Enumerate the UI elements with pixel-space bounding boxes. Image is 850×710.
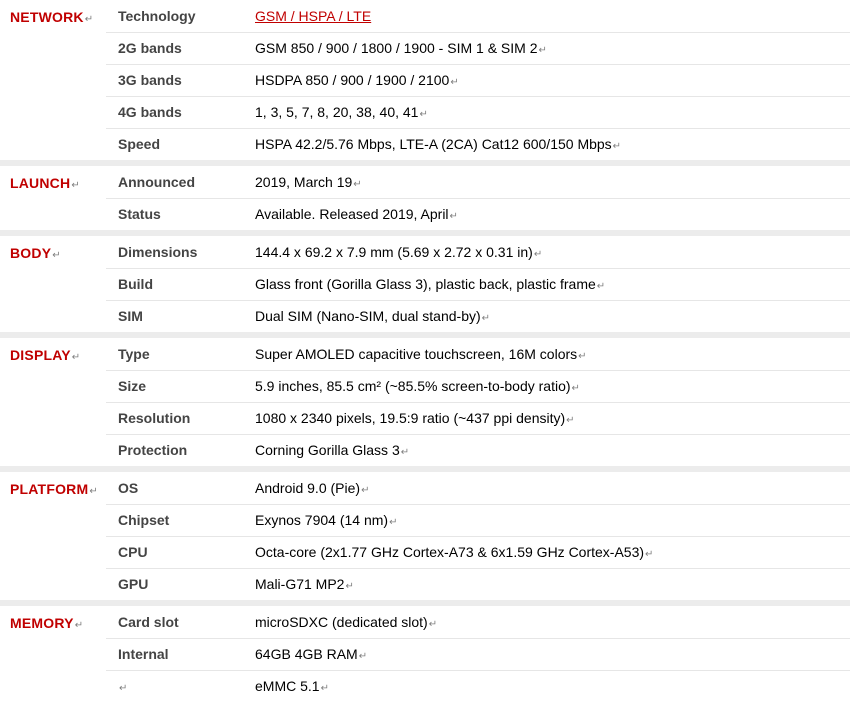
section-body: BODY↵ Dimensions 144.4 x 69.2 x 7.9 mm (… bbox=[0, 236, 850, 338]
spec-row-speed: Speed HSPA 42.2/5.76 Mbps, LTE-A (2CA) C… bbox=[0, 128, 850, 160]
section-platform: PLATFORM↵ OS Android 9.0 (Pie)↵ Chipset … bbox=[0, 472, 850, 606]
spec-row-build: Build Glass front (Gorilla Glass 3), pla… bbox=[0, 268, 850, 300]
spec-key: Card slot bbox=[118, 614, 179, 630]
spec-key: CPU bbox=[118, 544, 148, 560]
spec-row-sim: SIM Dual SIM (Nano-SIM, dual stand-by)↵ bbox=[0, 300, 850, 332]
spec-row-storage-type: ↵ eMMC 5.1↵ bbox=[0, 670, 850, 702]
spec-key: Announced bbox=[118, 174, 195, 190]
spec-key: Protection bbox=[118, 442, 188, 458]
spec-value: Corning Gorilla Glass 3↵ bbox=[255, 442, 410, 458]
spec-row-technology: Technology GSM / HSPA / LTE bbox=[0, 0, 850, 32]
spec-key: 3G bands bbox=[118, 72, 182, 88]
spec-row-2g-bands: 2G bands GSM 850 / 900 / 1800 / 1900 - S… bbox=[0, 32, 850, 64]
spec-key: Build bbox=[118, 276, 153, 292]
spec-value: 1080 x 2340 pixels, 19.5:9 ratio (~437 p… bbox=[255, 410, 575, 426]
spec-row-internal: Internal 64GB 4GB RAM↵ bbox=[0, 638, 850, 670]
spec-row-os: OS Android 9.0 (Pie)↵ bbox=[0, 472, 850, 504]
spec-row-card-slot: Card slot microSDXC (dedicated slot)↵ bbox=[0, 606, 850, 638]
spec-value: 144.4 x 69.2 x 7.9 mm (5.69 x 2.72 x 0.3… bbox=[255, 244, 543, 260]
spec-value: Mali-G71 MP2↵ bbox=[255, 576, 354, 592]
spec-row-status: Status Available. Released 2019, April↵ bbox=[0, 198, 850, 230]
spec-value: 5.9 inches, 85.5 cm² (~85.5% screen-to-b… bbox=[255, 378, 580, 394]
spec-value: Glass front (Gorilla Glass 3), plastic b… bbox=[255, 276, 606, 292]
spec-key: OS bbox=[118, 480, 139, 496]
spec-value: Available. Released 2019, April↵ bbox=[255, 206, 458, 222]
spec-value: 1, 3, 5, 7, 8, 20, 38, 40, 41↵ bbox=[255, 104, 428, 120]
spec-row-dimensions: Dimensions 144.4 x 69.2 x 7.9 mm (5.69 x… bbox=[0, 236, 850, 268]
spec-value: Exynos 7904 (14 nm)↵ bbox=[255, 512, 398, 528]
spec-value: Super AMOLED capacitive touchscreen, 16M… bbox=[255, 346, 587, 362]
spec-row-4g-bands: 4G bands 1, 3, 5, 7, 8, 20, 38, 40, 41↵ bbox=[0, 96, 850, 128]
spec-value: microSDXC (dedicated slot)↵ bbox=[255, 614, 438, 630]
spec-row-gpu: GPU Mali-G71 MP2↵ bbox=[0, 568, 850, 600]
spec-key: 4G bands bbox=[118, 104, 182, 120]
spec-key: GPU bbox=[118, 576, 149, 592]
spec-value: Octa-core (2x1.77 GHz Cortex-A73 & 6x1.5… bbox=[255, 544, 654, 560]
spec-value: Android 9.0 (Pie)↵ bbox=[255, 480, 370, 496]
spec-key: Internal bbox=[118, 646, 169, 662]
section-launch: LAUNCH↵ Announced 2019, March 19↵ Status… bbox=[0, 166, 850, 236]
spec-key: Size bbox=[118, 378, 147, 394]
spec-value: HSPA 42.2/5.76 Mbps, LTE-A (2CA) Cat12 6… bbox=[255, 136, 622, 152]
spec-value: eMMC 5.1↵ bbox=[255, 678, 329, 694]
spec-key: SIM bbox=[118, 308, 143, 324]
spec-value: HSDPA 850 / 900 / 1900 / 2100↵ bbox=[255, 72, 459, 88]
spec-row-chipset: Chipset Exynos 7904 (14 nm)↵ bbox=[0, 504, 850, 536]
spec-key: Resolution bbox=[118, 410, 191, 426]
spec-key: Dimensions bbox=[118, 244, 198, 260]
spec-value: GSM 850 / 900 / 1800 / 1900 - SIM 1 & SI… bbox=[255, 40, 547, 56]
spec-row-size: Size 5.9 inches, 85.5 cm² (~85.5% screen… bbox=[0, 370, 850, 402]
spec-row-resolution: Resolution 1080 x 2340 pixels, 19.5:9 ra… bbox=[0, 402, 850, 434]
spec-value: 64GB 4GB RAM↵ bbox=[255, 646, 368, 662]
spec-row-cpu: CPU Octa-core (2x1.77 GHz Cortex-A73 & 6… bbox=[0, 536, 850, 568]
spec-key: Type bbox=[118, 346, 150, 362]
spec-key: Technology bbox=[118, 8, 196, 24]
section-network: NETWORK↵ Technology GSM / HSPA / LTE 2G … bbox=[0, 0, 850, 166]
spec-row-announced: Announced 2019, March 19↵ bbox=[0, 166, 850, 198]
section-memory: MEMORY↵ Card slot microSDXC (dedicated s… bbox=[0, 606, 850, 702]
spec-value: 2019, March 19↵ bbox=[255, 174, 362, 190]
spec-key: Chipset bbox=[118, 512, 170, 528]
spec-key: 2G bands bbox=[118, 40, 182, 56]
section-display: DISPLAY↵ Type Super AMOLED capacitive to… bbox=[0, 338, 850, 472]
spec-row-type: Type Super AMOLED capacitive touchscreen… bbox=[0, 338, 850, 370]
spec-key: Status bbox=[118, 206, 161, 222]
spec-row-protection: Protection Corning Gorilla Glass 3↵ bbox=[0, 434, 850, 466]
spec-row-3g-bands: 3G bands HSDPA 850 / 900 / 1900 / 2100↵ bbox=[0, 64, 850, 96]
spec-table: NETWORK↵ Technology GSM / HSPA / LTE 2G … bbox=[0, 0, 850, 702]
spec-key: Speed bbox=[118, 136, 161, 152]
spec-key: ↵ bbox=[119, 683, 128, 694]
spec-value: Dual SIM (Nano-SIM, dual stand-by)↵ bbox=[255, 308, 491, 324]
spec-value-link[interactable]: GSM / HSPA / LTE bbox=[255, 8, 371, 24]
